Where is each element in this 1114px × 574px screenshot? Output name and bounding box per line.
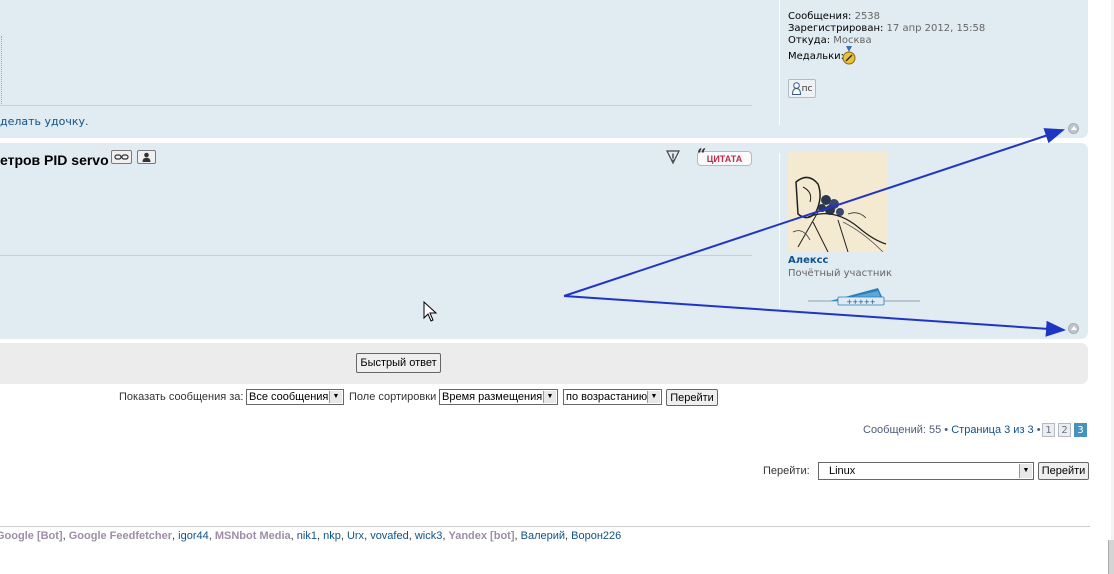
show-posts-value: Все сообщения	[249, 391, 329, 403]
page-link-2[interactable]: 2	[1058, 423, 1071, 437]
posts-label: Сообщения:	[788, 11, 852, 22]
chevron-down-icon: ▼	[329, 391, 342, 403]
jump-label: Перейти:	[763, 465, 810, 477]
sort-order-value: по возрастанию	[566, 391, 648, 403]
signature-divider	[0, 255, 752, 256]
show-posts-label: Показать сообщения за:	[119, 391, 244, 403]
scrollbar[interactable]	[1108, 540, 1114, 574]
online-user-link[interactable]: Google [Bot]	[0, 530, 63, 542]
online-user-link[interactable]: MSNbot Media	[215, 530, 291, 542]
pm-label: ПС	[801, 83, 813, 94]
page-current[interactable]: 3	[1074, 423, 1087, 437]
online-user-link[interactable]: vovafed	[370, 530, 409, 542]
pagination-info: Сообщений: 55 • Страница 3 из 3 •	[863, 424, 1041, 436]
online-users-list: Google [Bot], Google Feedfetcher, igor44…	[0, 530, 621, 542]
quick-reply-panel	[0, 343, 1088, 384]
from-label: Откуда:	[788, 35, 831, 46]
online-user-link[interactable]: igor44	[178, 530, 209, 542]
chevron-down-icon: ▼	[1019, 464, 1032, 478]
posts-value[interactable]: 2538	[855, 11, 880, 22]
sort-field-select[interactable]: Время размещения ▼	[439, 389, 558, 405]
quote-label: ЦИТАТА	[706, 153, 743, 164]
post-2	[0, 143, 1088, 339]
profile-posts: Сообщения: 2538	[788, 11, 880, 22]
username[interactable]: Алексс	[788, 255, 829, 266]
post-count: Сообщений: 55 •	[863, 424, 949, 436]
online-user-link[interactable]: nkp	[323, 530, 341, 542]
from-value: Москва	[833, 35, 872, 46]
signature-text[interactable]: делать удочку.	[0, 115, 89, 128]
sort-order-select[interactable]: по возрастанию ▼	[563, 389, 662, 405]
online-user-link[interactable]: Yandex [bot]	[448, 530, 514, 542]
profile-icon[interactable]	[137, 150, 156, 164]
medals-label: Медальки:	[788, 51, 845, 62]
svg-text:+++++: +++++	[846, 298, 875, 306]
chevron-down-icon: ▼	[647, 391, 660, 403]
permalink-icon[interactable]	[111, 150, 132, 164]
quote-icon: “	[697, 145, 707, 164]
signature-divider	[0, 105, 752, 106]
pm-button[interactable]: ПС	[788, 79, 816, 98]
registered-value: 17 апр 2012, 15:58	[886, 23, 986, 34]
show-posts-select[interactable]: Все сообщения ▼	[246, 389, 344, 405]
attachment-edge	[0, 36, 2, 106]
quick-reply-button[interactable]: Быстрый ответ	[356, 353, 441, 373]
page-link-1[interactable]: 1	[1042, 423, 1055, 437]
online-user-link[interactable]: wick3	[415, 530, 443, 542]
page-indicator-link[interactable]: Страница 3 из 3	[951, 424, 1033, 436]
footer-divider	[0, 526, 1090, 527]
report-icon[interactable]	[665, 149, 681, 165]
profile-registered: Зарегистрирован: 17 апр 2012, 15:58	[788, 23, 985, 34]
post-1	[0, 0, 1088, 138]
online-user-link[interactable]: Google Feedfetcher	[69, 530, 172, 542]
back-to-top-icon[interactable]	[1068, 123, 1079, 134]
back-to-top-icon[interactable]	[1068, 323, 1079, 334]
profile-from: Откуда: Москва	[788, 35, 872, 46]
profile-divider	[779, 0, 780, 125]
user-rank: Почётный участник	[788, 268, 892, 279]
sort-field-value: Время размещения	[442, 391, 543, 403]
sort-go-button[interactable]: Перейти	[666, 389, 718, 406]
profile-divider	[779, 153, 780, 308]
rank-badge-icon: +++++	[808, 288, 920, 306]
medal-icon[interactable]	[842, 46, 856, 66]
post-title[interactable]: етров PID servo	[0, 152, 109, 168]
pagination-separator: •	[1036, 424, 1041, 436]
sort-field-label: Поле сортировки	[349, 391, 437, 403]
online-user-link[interactable]: Валерий	[521, 530, 565, 542]
profile-medals: Медальки:	[788, 51, 844, 62]
chevron-down-icon: ▼	[543, 391, 556, 403]
jump-go-button[interactable]: Перейти	[1038, 462, 1089, 480]
registered-label: Зарегистрирован:	[788, 23, 884, 34]
online-user-link[interactable]: nik1	[297, 530, 317, 542]
jump-select[interactable]: Linux ▼	[818, 462, 1034, 480]
online-user-link[interactable]: Urx	[347, 530, 364, 542]
jump-value: Linux	[829, 465, 856, 477]
user-icon	[791, 82, 801, 95]
online-user-link[interactable]: Ворон226	[571, 530, 621, 542]
avatar[interactable]	[788, 152, 888, 252]
